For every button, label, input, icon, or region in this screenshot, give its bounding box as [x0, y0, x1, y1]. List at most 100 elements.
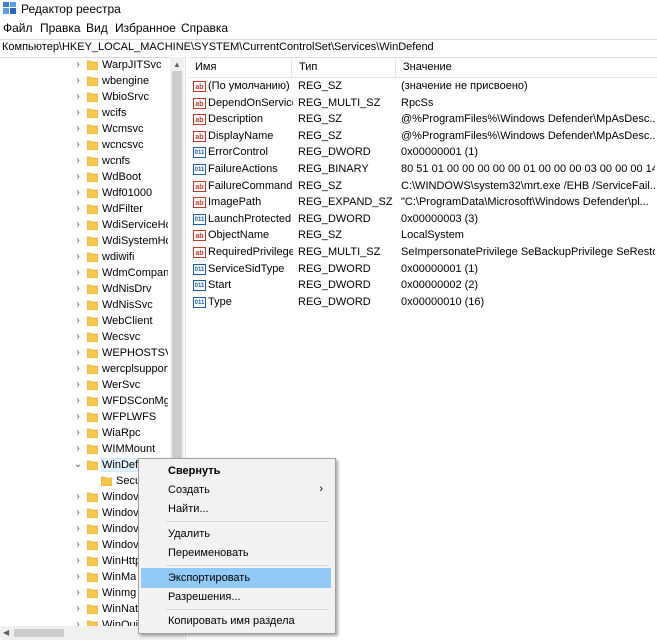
value-row[interactable]: 011 Start REG_DWORD 0x00000002 (2) — [189, 278, 657, 294]
tree-item[interactable]: › WdBoot — [0, 170, 168, 186]
expand-chevron-icon[interactable]: › — [73, 556, 83, 566]
expand-chevron-icon[interactable]: › — [73, 492, 83, 502]
value-row[interactable]: 011 LaunchProtected REG_DWORD 0x00000003 (3… — [189, 212, 657, 228]
value-row[interactable]: ab Description REG_SZ @%ProgramFiles%\Windo… — [189, 112, 657, 128]
value-row[interactable]: ab ImagePath REG_EXPAND_SZ "C:\ProgramData\… — [189, 195, 657, 211]
tree-item[interactable]: › WdFilter — [0, 202, 168, 218]
tree-item[interactable]: › Wdf01000 — [0, 186, 168, 202]
tree-item[interactable]: › WIMMount — [0, 442, 168, 458]
expand-chevron-icon[interactable]: › — [73, 572, 83, 582]
tree-item[interactable]: › wcnfs — [0, 154, 168, 170]
menu-edit[interactable]: Правка — [40, 21, 81, 35]
tree-item[interactable]: › wcifs — [0, 106, 168, 122]
menu-view[interactable]: Вид — [86, 21, 108, 35]
menu-help[interactable]: Справка — [181, 21, 228, 35]
tree-item[interactable]: › wcncsvc — [0, 138, 168, 154]
value-row[interactable]: 011 Type REG_DWORD 0x00000010 (16) — [189, 295, 657, 311]
menu-copy-key-name[interactable]: Копировать имя раздела — [141, 611, 331, 631]
tree-item[interactable]: › WdNisDrv — [0, 282, 168, 298]
menu-file[interactable]: Файл — [3, 21, 33, 35]
tree-item[interactable]: › WarpJITSvc — [0, 58, 168, 74]
menu-collapse[interactable]: Свернуть — [141, 461, 331, 481]
menu-find[interactable]: Найти... — [141, 499, 331, 519]
expand-chevron-icon[interactable]: › — [73, 92, 83, 102]
expand-chevron-icon[interactable]: › — [73, 428, 83, 438]
scroll-left-arrow-icon[interactable]: ◀ — [3, 628, 9, 637]
address-bar[interactable]: Компьютер\HKEY_LOCAL_MACHINE\SYSTEM\Curr… — [0, 39, 657, 58]
tree-item[interactable]: › WiaRpc — [0, 426, 168, 442]
tree-item[interactable]: › wbengine — [0, 74, 168, 90]
address-path[interactable]: Компьютер\HKEY_LOCAL_MACHINE\SYSTEM\Curr… — [2, 41, 434, 53]
tree-item[interactable]: › WbioSrvc — [0, 90, 168, 106]
value-row[interactable]: 011 ErrorControl REG_DWORD 0x00000001 (1) — [189, 145, 657, 161]
menu-create[interactable]: Создать › — [141, 480, 331, 500]
tree-item[interactable]: › WerSvc — [0, 378, 168, 394]
expand-chevron-icon[interactable]: › — [73, 412, 83, 422]
tree-item[interactable]: › wdiwifi — [0, 250, 168, 266]
expand-chevron-icon[interactable]: › — [73, 316, 83, 326]
expand-chevron-icon[interactable]: › — [73, 332, 83, 342]
value-row[interactable]: ab FailureCommand REG_SZ C:\WINDOWS\system3… — [189, 179, 657, 195]
tree-item-label: WdBoot — [102, 171, 142, 183]
expand-chevron-icon[interactable]: › — [73, 188, 83, 198]
column-name-header[interactable]: Имя — [195, 61, 216, 73]
expand-chevron-icon[interactable]: › — [73, 156, 83, 166]
tree-item[interactable]: › Wecsvc — [0, 330, 168, 346]
tree-item[interactable]: › WdiServiceHo — [0, 218, 168, 234]
column-data-header[interactable]: Значение — [403, 61, 452, 73]
expand-chevron-icon[interactable] — [73, 476, 83, 486]
expand-chevron-icon[interactable]: › — [73, 108, 83, 118]
tree-item[interactable]: › Wcmsvc — [0, 122, 168, 138]
tree-hscroll-thumb[interactable] — [14, 629, 64, 637]
expand-chevron-icon[interactable]: › — [73, 252, 83, 262]
expand-chevron-icon[interactable]: › — [73, 380, 83, 390]
expand-chevron-icon[interactable]: › — [73, 396, 83, 406]
expand-chevron-icon[interactable]: › — [73, 172, 83, 182]
collapse-chevron-icon[interactable]: ⌄ — [73, 460, 83, 470]
expand-chevron-icon[interactable]: › — [73, 604, 83, 614]
value-row[interactable]: ab DependOnService REG_MULTI_SZ RpcSs — [189, 96, 657, 112]
value-row[interactable]: 011 ServiceSidType REG_DWORD 0x00000001 (1) — [189, 262, 657, 278]
column-separator[interactable] — [291, 57, 292, 77]
tree-item[interactable]: › WebClient — [0, 314, 168, 330]
expand-chevron-icon[interactable]: › — [73, 284, 83, 294]
value-row[interactable]: ab DisplayName REG_SZ @%ProgramFiles%\Windo… — [189, 129, 657, 145]
tree-item[interactable]: › WFPLWFS — [0, 410, 168, 426]
scroll-up-arrow-icon[interactable]: ▲ — [173, 60, 181, 69]
value-type: REG_DWORD — [298, 146, 371, 159]
tree-item[interactable]: › WdmCompan — [0, 266, 168, 282]
menu-delete[interactable]: Удалить — [141, 524, 331, 544]
expand-chevron-icon[interactable]: › — [73, 524, 83, 534]
expand-chevron-icon[interactable]: › — [73, 364, 83, 374]
expand-chevron-icon[interactable]: › — [73, 300, 83, 310]
expand-chevron-icon[interactable]: › — [73, 140, 83, 150]
column-separator[interactable] — [395, 57, 396, 77]
value-row[interactable]: abRequiredPrivilege... REG_MULTI_SZ SeImpe… — [189, 245, 657, 261]
expand-chevron-icon[interactable]: › — [73, 236, 83, 246]
menu-rename[interactable]: Переименовать — [141, 543, 331, 563]
tree-item[interactable]: › WEPHOSTSVC — [0, 346, 168, 362]
menu-favorites[interactable]: Избранное — [115, 21, 176, 35]
expand-chevron-icon[interactable]: › — [73, 60, 83, 70]
expand-chevron-icon[interactable]: › — [73, 508, 83, 518]
expand-chevron-icon[interactable]: › — [73, 268, 83, 278]
menu-export[interactable]: Экспортировать — [141, 568, 331, 588]
column-type-header[interactable]: Тип — [299, 61, 317, 73]
tree-item[interactable]: › wercplsupport — [0, 362, 168, 378]
menu-permissions[interactable]: Разрешения... — [141, 587, 331, 607]
tree-item[interactable]: › WFDSConMgr — [0, 394, 168, 410]
expand-chevron-icon[interactable]: › — [73, 220, 83, 230]
value-row[interactable]: ab (По умолчанию) REG_SZ (значение не присв… — [189, 79, 657, 95]
expand-chevron-icon[interactable]: › — [73, 540, 83, 550]
value-row[interactable]: 011 FailureActions REG_BINARY 80 51 01 00 0… — [189, 162, 657, 178]
folder-icon — [86, 316, 99, 327]
tree-item[interactable]: › WdNisSvc — [0, 298, 168, 314]
expand-chevron-icon[interactable]: › — [73, 76, 83, 86]
value-row[interactable]: ab ObjectName REG_SZ LocalSystem — [189, 228, 657, 244]
tree-item[interactable]: › WdiSystemHo — [0, 234, 168, 250]
expand-chevron-icon[interactable]: › — [73, 588, 83, 598]
expand-chevron-icon[interactable]: › — [73, 348, 83, 358]
expand-chevron-icon[interactable]: › — [73, 444, 83, 454]
expand-chevron-icon[interactable]: › — [73, 124, 83, 134]
expand-chevron-icon[interactable]: › — [73, 204, 83, 214]
